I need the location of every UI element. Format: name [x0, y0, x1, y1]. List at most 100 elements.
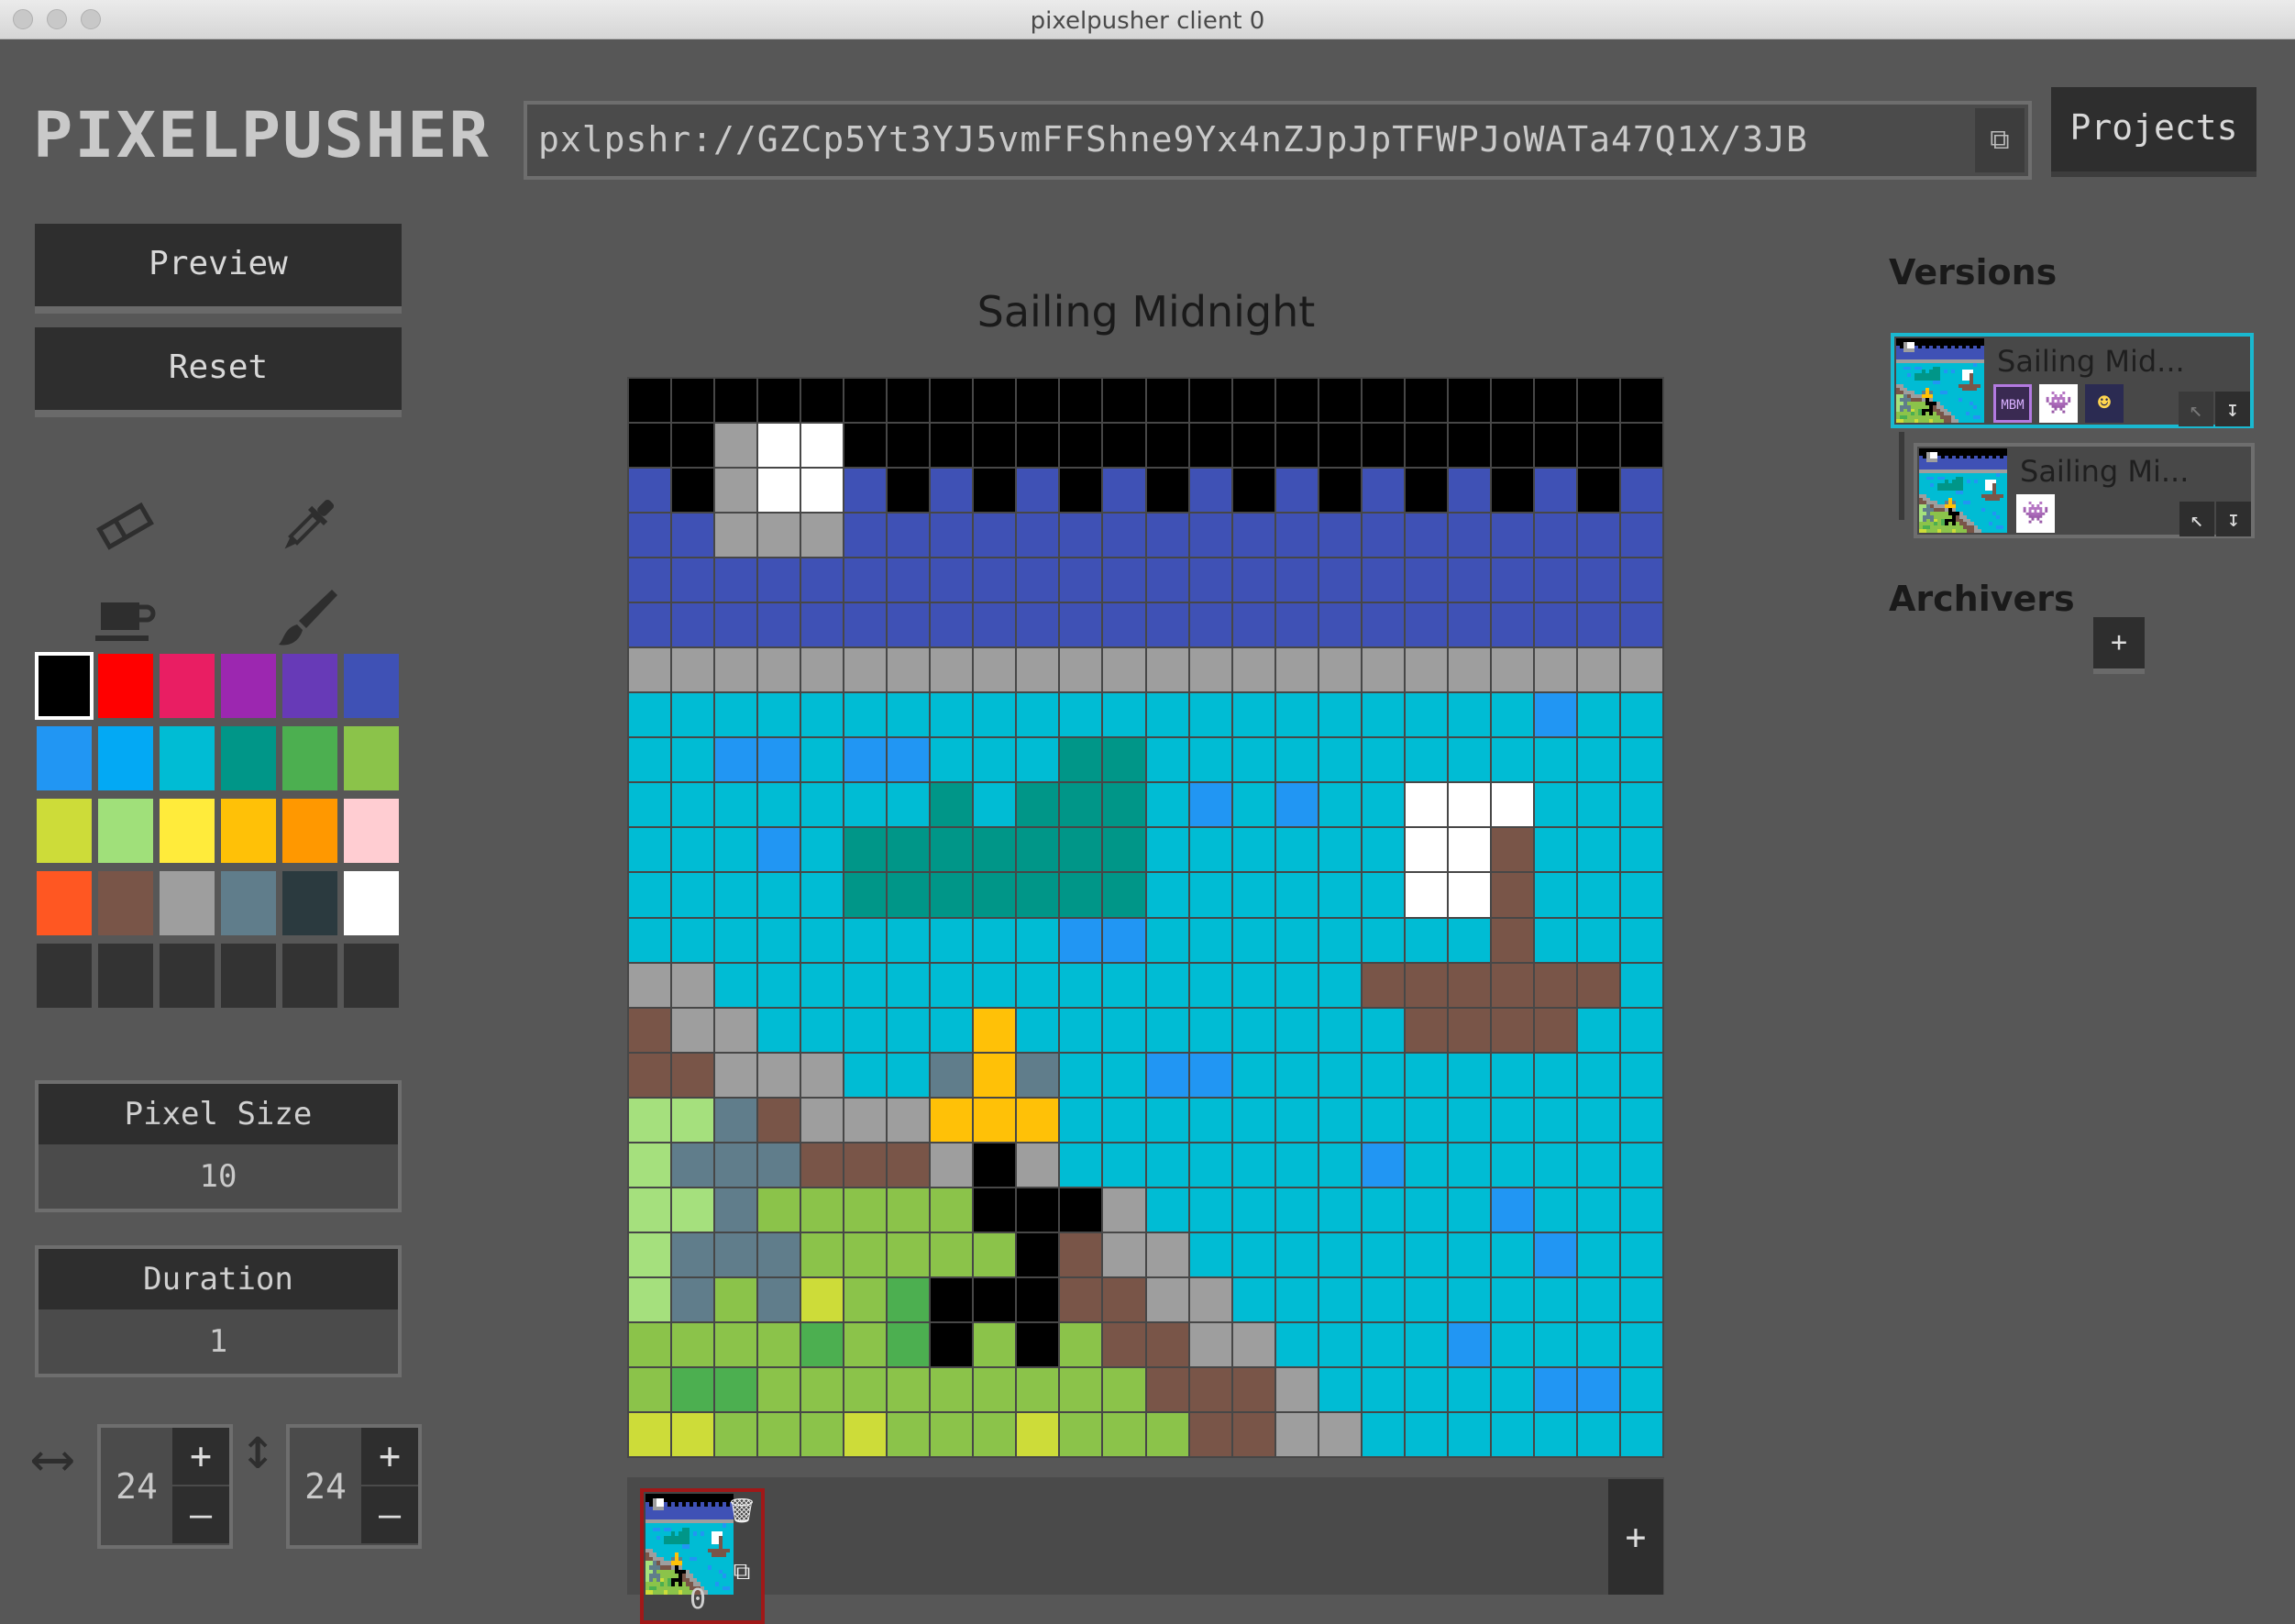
palette-swatch[interactable] [344, 799, 399, 863]
canvas-pixel[interactable] [888, 603, 930, 647]
canvas-pixel[interactable] [1017, 828, 1059, 872]
canvas-pixel[interactable] [1448, 424, 1490, 468]
canvas-pixel[interactable] [629, 603, 671, 647]
canvas-pixel[interactable] [629, 1412, 671, 1456]
canvas-pixel[interactable] [1448, 379, 1490, 423]
canvas-pixel[interactable] [1275, 873, 1318, 917]
canvas-pixel[interactable] [844, 1008, 887, 1052]
canvas-pixel[interactable] [1232, 603, 1274, 647]
canvas-pixel[interactable] [844, 379, 887, 423]
canvas-pixel[interactable] [1189, 1098, 1231, 1142]
canvas-pixel[interactable] [1146, 918, 1188, 962]
canvas-pixel[interactable] [1491, 379, 1533, 423]
canvas-pixel[interactable] [974, 783, 1016, 827]
canvas-pixel[interactable] [1577, 1098, 1619, 1142]
canvas-pixel[interactable] [672, 379, 714, 423]
canvas-pixel[interactable] [1405, 603, 1447, 647]
canvas-pixel[interactable] [1146, 693, 1188, 737]
canvas-pixel[interactable] [1017, 1188, 1059, 1232]
canvas-pixel[interactable] [1060, 648, 1102, 692]
canvas-pixel[interactable] [758, 693, 800, 737]
canvas-pixel[interactable] [672, 1412, 714, 1456]
canvas-pixel[interactable] [844, 514, 887, 558]
canvas-pixel[interactable] [801, 379, 844, 423]
canvas-pixel[interactable] [1577, 783, 1619, 827]
canvas-pixel[interactable] [629, 1053, 671, 1097]
canvas-pixel[interactable] [758, 738, 800, 782]
canvas-pixel[interactable] [801, 1143, 844, 1187]
canvas-pixel[interactable] [758, 828, 800, 872]
canvas-pixel[interactable] [1017, 1412, 1059, 1456]
canvas-pixel[interactable] [801, 1277, 844, 1321]
canvas-pixel[interactable] [931, 648, 973, 692]
canvas-pixel[interactable] [1448, 738, 1490, 782]
canvas-pixel[interactable] [1577, 1277, 1619, 1321]
canvas-pixel[interactable] [672, 828, 714, 872]
canvas-pixel[interactable] [629, 1188, 671, 1232]
palette-swatch[interactable] [282, 654, 337, 718]
canvas-pixel[interactable] [1017, 1322, 1059, 1366]
canvas-pixel[interactable] [1620, 1053, 1662, 1097]
canvas-pixel[interactable] [1146, 963, 1188, 1007]
canvas-pixel[interactable] [974, 1412, 1016, 1456]
canvas-pixel[interactable] [1620, 918, 1662, 962]
canvas-pixel[interactable] [801, 603, 844, 647]
canvas-pixel[interactable] [629, 1008, 671, 1052]
canvas-pixel[interactable] [1017, 693, 1059, 737]
canvas-pixel[interactable] [715, 873, 757, 917]
canvas-pixel[interactable] [1017, 1098, 1059, 1142]
canvas-pixel[interactable] [1146, 738, 1188, 782]
canvas-pixel[interactable] [1319, 1143, 1361, 1187]
palette-swatch[interactable] [221, 944, 276, 1008]
canvas-pixel[interactable] [1577, 738, 1619, 782]
canvas-pixel[interactable] [974, 918, 1016, 962]
canvas-pixel[interactable] [1017, 963, 1059, 1007]
canvas-pixel[interactable] [715, 783, 757, 827]
canvas-pixel[interactable] [1103, 648, 1145, 692]
canvas-pixel[interactable] [629, 379, 671, 423]
canvas-pixel[interactable] [1275, 1322, 1318, 1366]
canvas-pixel[interactable] [1189, 783, 1231, 827]
canvas-pixel[interactable] [672, 1232, 714, 1276]
canvas-pixel[interactable] [974, 1053, 1016, 1097]
canvas-pixel[interactable] [1577, 469, 1619, 513]
canvas-pixel[interactable] [1620, 1008, 1662, 1052]
canvas-pixel[interactable] [844, 1188, 887, 1232]
canvas-pixel[interactable] [1060, 693, 1102, 737]
palette-swatch[interactable] [221, 654, 276, 718]
canvas-pixel[interactable] [1189, 1367, 1231, 1411]
canvas-pixel[interactable] [1534, 828, 1576, 872]
canvas-pixel[interactable] [1620, 963, 1662, 1007]
canvas-pixel[interactable] [1319, 648, 1361, 692]
palette-swatch[interactable] [282, 799, 337, 863]
height-increase-button[interactable]: + [361, 1428, 418, 1485]
palette-swatch[interactable] [221, 799, 276, 863]
canvas-pixel[interactable] [1577, 379, 1619, 423]
canvas-pixel[interactable] [1534, 469, 1576, 513]
canvas-pixel[interactable] [1448, 783, 1490, 827]
canvas-pixel[interactable] [1319, 603, 1361, 647]
canvas-pixel[interactable] [1275, 558, 1318, 602]
canvas-pixel[interactable] [1362, 648, 1404, 692]
project-url-field[interactable]: pxlpshr://GZCp5Yt3YJ5vmFFShne9Yx4nZJpJpT… [524, 101, 2032, 180]
canvas-pixel[interactable] [1017, 379, 1059, 423]
add-archiver-button[interactable]: + [2093, 617, 2145, 674]
canvas-pixel[interactable] [1275, 603, 1318, 647]
canvas-pixel[interactable] [1405, 693, 1447, 737]
canvas-pixel[interactable] [1534, 1277, 1576, 1321]
canvas-pixel[interactable] [715, 1232, 757, 1276]
canvas-pixel[interactable] [931, 424, 973, 468]
canvas-pixel[interactable] [844, 1053, 887, 1097]
canvas-pixel[interactable] [715, 648, 757, 692]
canvas-pixel[interactable] [715, 1277, 757, 1321]
canvas-pixel[interactable] [672, 1008, 714, 1052]
canvas-pixel[interactable] [844, 1367, 887, 1411]
canvas-pixel[interactable] [1620, 558, 1662, 602]
canvas-pixel[interactable] [801, 918, 844, 962]
canvas-pixel[interactable] [1491, 469, 1533, 513]
canvas-pixel[interactable] [1534, 738, 1576, 782]
canvas-pixel[interactable] [629, 514, 671, 558]
canvas-pixel[interactable] [758, 1098, 800, 1142]
canvas-pixel[interactable] [1319, 1277, 1361, 1321]
canvas-pixel[interactable] [1017, 603, 1059, 647]
